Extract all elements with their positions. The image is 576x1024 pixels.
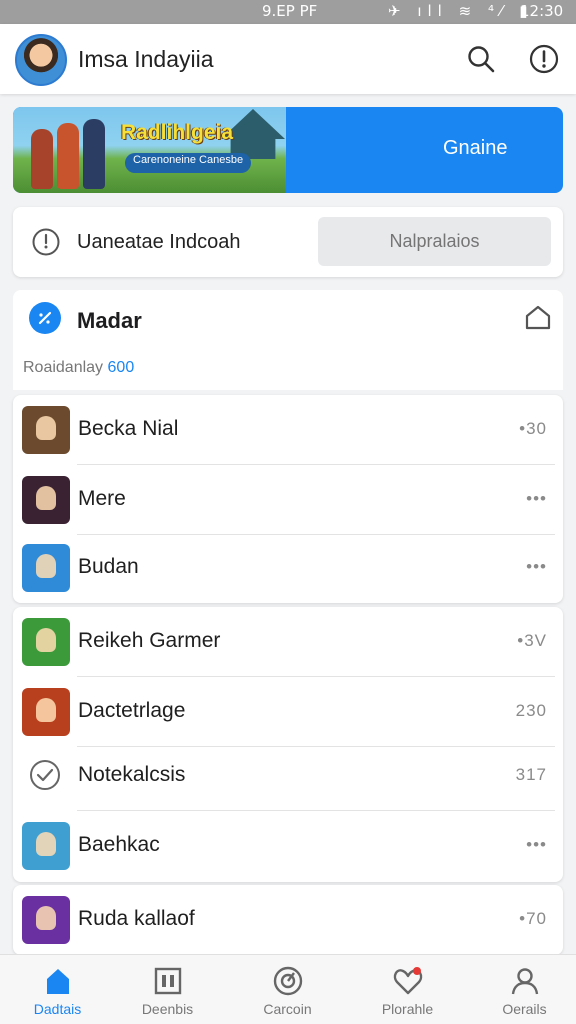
clock-icon xyxy=(32,228,60,256)
character-illustration xyxy=(83,119,105,189)
nav-tab-gauge[interactable]: Carcoin xyxy=(230,955,345,1024)
game-name: Reikeh Garmer xyxy=(78,629,221,652)
list-item[interactable]: Notekalcsis 317 xyxy=(13,741,563,811)
avatar[interactable] xyxy=(15,34,67,86)
store-icon xyxy=(154,967,182,995)
game-thumbnail xyxy=(22,688,70,736)
game-list-card: Reikeh Garmer •3V Dactetrlage 230 Noteka… xyxy=(13,607,563,882)
nav-tab-profile[interactable]: Oerails xyxy=(467,955,576,1024)
nav-label: Oerails xyxy=(502,1001,547,1017)
list-item[interactable]: Mere ••• xyxy=(13,465,563,535)
promo-banner[interactable]: Radlihlgeia Carenoneine Canesbe Gnaine xyxy=(13,107,563,193)
nav-tab-favorites[interactable]: Plorahle xyxy=(350,955,465,1024)
list-item[interactable]: Ruda kallaof •70 xyxy=(13,885,563,955)
game-thumbnail xyxy=(22,618,70,666)
section-badge-icon xyxy=(29,302,61,334)
character-illustration xyxy=(57,123,79,189)
home-icon xyxy=(525,305,551,330)
section-header: Madar Roaidanlay 600 xyxy=(13,290,563,390)
nav-label: Plorahle xyxy=(381,1001,434,1017)
clock-time: 12:30 xyxy=(520,2,564,20)
game-thumbnail xyxy=(22,476,70,524)
section-subtitle: Roaidanlay 600 xyxy=(23,359,134,377)
game-name: Notekalcsis xyxy=(78,763,186,786)
banner-artwork: Radlihlgeia Carenoneine Canesbe xyxy=(13,107,286,193)
info-button[interactable] xyxy=(527,42,561,76)
game-thumbnail xyxy=(22,544,70,592)
heart-icon xyxy=(393,967,423,995)
more-options-icon[interactable]: ••• xyxy=(526,557,547,577)
game-meta[interactable]: •30 xyxy=(519,419,547,439)
home-icon xyxy=(47,969,69,994)
more-options-icon[interactable]: ••• xyxy=(526,489,547,509)
home-button[interactable] xyxy=(523,302,553,337)
game-thumbnail xyxy=(22,822,70,870)
banner-cta-button[interactable]: Gnaine xyxy=(443,137,508,160)
game-meta: 317 xyxy=(515,765,547,784)
section-title: Madar xyxy=(77,308,142,333)
game-thumbnail xyxy=(22,896,70,944)
gauge-icon xyxy=(273,966,303,996)
banner-game-title: Radlihlgeia xyxy=(121,121,234,144)
game-name: Mere xyxy=(78,487,126,510)
game-name: Dactetrlage xyxy=(78,699,186,722)
game-meta: 230 xyxy=(515,701,547,720)
search-button[interactable] xyxy=(464,42,498,76)
game-thumbnail xyxy=(22,406,70,454)
nav-label: Dadtais xyxy=(33,1001,82,1017)
section-count: 600 xyxy=(107,359,135,376)
game-meta[interactable]: •70 xyxy=(519,909,547,929)
status-icons: ✈ ıll ≋ ⁴⁄ ▮ xyxy=(388,2,534,20)
app-title: Imsa Indayiia xyxy=(78,46,214,72)
carrier-text: 9.EP PF xyxy=(262,2,318,20)
list-item[interactable]: Becka Nial •30 xyxy=(13,395,563,465)
list-item[interactable]: Budan ••• xyxy=(13,533,563,603)
list-item[interactable]: Dactetrlage 230 xyxy=(13,677,563,747)
nav-label: Carcoin xyxy=(263,1001,312,1017)
search-label: Uaneatae Indcoah xyxy=(77,231,241,253)
more-options-icon[interactable]: ••• xyxy=(526,835,547,855)
game-name: Budan xyxy=(78,555,139,578)
nav-tab-home[interactable]: Dadtais xyxy=(0,955,115,1024)
search-card: Uaneatae Indcoah xyxy=(13,207,563,277)
status-bar: 9.EP PF ✈ ıll ≋ ⁴⁄ ▮ 12:30 xyxy=(0,0,576,24)
character-illustration xyxy=(31,129,53,189)
game-list-card: Ruda kallaof •70 xyxy=(13,885,563,955)
section-subtitle-text: Roaidanlay xyxy=(23,359,104,376)
game-list-card: Becka Nial •30 Mere ••• Budan ••• xyxy=(13,395,563,603)
bottom-navigation: Dadtais Deenbis Carcoin Plorahle Oerails xyxy=(0,954,576,1024)
list-item[interactable]: Baehkac ••• xyxy=(13,811,563,881)
app-header: Imsa Indayiia xyxy=(0,24,576,94)
game-meta[interactable]: •3V xyxy=(517,631,547,651)
nav-label: Deenbis xyxy=(141,1001,194,1017)
search-input[interactable] xyxy=(318,217,551,266)
game-name: Baehkac xyxy=(78,833,160,856)
check-circle-icon xyxy=(30,760,60,790)
search-icon xyxy=(468,46,495,73)
list-item[interactable]: Reikeh Garmer •3V xyxy=(13,607,563,677)
info-icon xyxy=(529,44,559,74)
game-name: Becka Nial xyxy=(78,417,179,440)
banner-subtitle: Carenoneine Canesbe xyxy=(125,153,252,173)
nav-tab-store[interactable]: Deenbis xyxy=(110,955,225,1024)
game-name: Ruda kallaof xyxy=(78,907,195,930)
person-icon xyxy=(511,968,539,995)
